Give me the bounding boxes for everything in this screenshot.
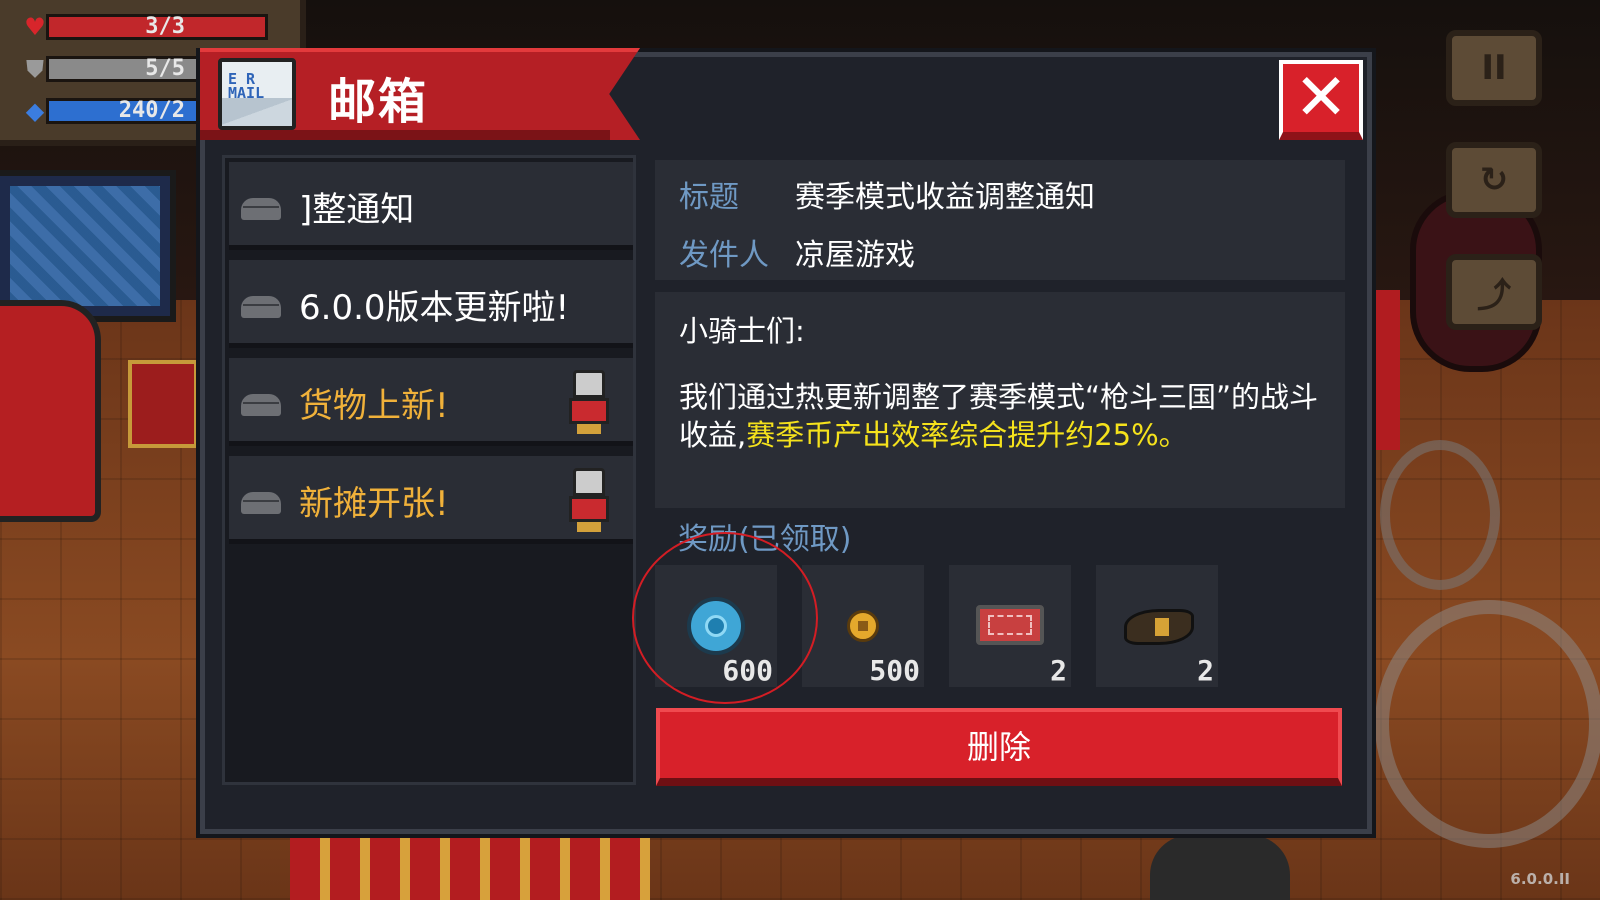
mail-item[interactable]: 货物上新! <box>229 358 633 446</box>
pause-button[interactable]: II <box>1446 30 1542 106</box>
reward-slot[interactable]: 500 <box>802 565 924 687</box>
bg-pillar <box>1370 290 1400 450</box>
bg-bottom-decor <box>290 830 650 900</box>
hp-bar: 3/3 <box>46 14 268 40</box>
refresh-button[interactable]: ↻ <box>1446 142 1542 218</box>
mail-item-label: 6.0.0版本更新啦! <box>299 288 570 328</box>
fish-icon <box>1124 609 1194 645</box>
reward-count: 2 <box>1197 654 1214 687</box>
mail-list[interactable]: ]整通知 6.0.0版本更新啦! 货物上新! 新摊开张! <box>222 155 636 785</box>
mail-icon-text: E R MAIL <box>228 70 265 102</box>
bg-red-rug <box>128 360 198 448</box>
sender-value: 凉屋游戏 <box>795 238 915 273</box>
version-label: 6.0.0.II <box>1510 870 1570 888</box>
merchant-avatar-icon <box>569 368 609 434</box>
sender-key: 发件人 <box>679 238 769 273</box>
ticket-icon <box>976 605 1044 645</box>
envelope-flap <box>222 98 292 126</box>
close-button[interactable]: ✕ <box>1279 60 1363 140</box>
mail-item-label: 新摊开张! <box>299 484 449 524</box>
mail-item[interactable]: 新摊开张! <box>229 456 633 544</box>
bg-gacha-machine <box>0 300 101 522</box>
mailbox-title: 邮箱 <box>328 74 429 130</box>
mail-item[interactable]: 6.0.0版本更新啦! <box>229 260 633 348</box>
reward-title: 奖励(已领取) <box>678 522 852 557</box>
gem-icon <box>687 597 745 655</box>
mail-body-highlight: 赛季币产出效率综合提升约25%。 <box>746 418 1188 452</box>
reward-count: 500 <box>869 654 920 687</box>
exit-button[interactable]: ⤴ <box>1446 254 1542 330</box>
merchant-avatar-icon <box>569 466 609 532</box>
reward-slot[interactable]: 2 <box>1096 565 1218 687</box>
delete-button[interactable]: 删除 <box>656 708 1342 786</box>
mail-item-label: ]整通知 <box>299 190 415 230</box>
mail-content-box: 小骑士们: 我们通过热更新调整了赛季模式“枪斗三国”的战斗收益,赛季币产出效率综… <box>655 292 1345 508</box>
bg-character <box>1150 835 1290 900</box>
coin-icon <box>847 610 879 642</box>
reward-slot[interactable]: 2 <box>949 565 1071 687</box>
mail-icon: E R MAIL <box>218 58 296 130</box>
reward-count: 2 <box>1050 654 1067 687</box>
reward-count: 600 <box>722 654 773 687</box>
envelope-icon <box>241 198 281 220</box>
mail-item-label: 货物上新! <box>299 386 449 426</box>
mail-body: 我们通过热更新调整了赛季模式“枪斗三国”的战斗收益,赛季币产出效率综合提升约25… <box>679 378 1329 454</box>
mail-greeting: 小骑士们: <box>679 314 805 348</box>
joystick-large-ring <box>1375 600 1600 848</box>
envelope-icon <box>241 296 281 318</box>
title-value: 赛季模式收益调整通知 <box>795 180 1095 215</box>
mail-item[interactable]: ]整通知 <box>229 162 633 250</box>
joystick-small-ring <box>1380 440 1500 590</box>
envelope-icon <box>241 394 281 416</box>
envelope-icon <box>241 492 281 514</box>
reward-slot[interactable]: 600 <box>655 565 777 687</box>
mail-info-box: 标题 赛季模式收益调整通知 发件人 凉屋游戏 <box>655 160 1345 280</box>
title-key: 标题 <box>679 180 739 215</box>
close-icon: ✕ <box>1294 61 1348 135</box>
